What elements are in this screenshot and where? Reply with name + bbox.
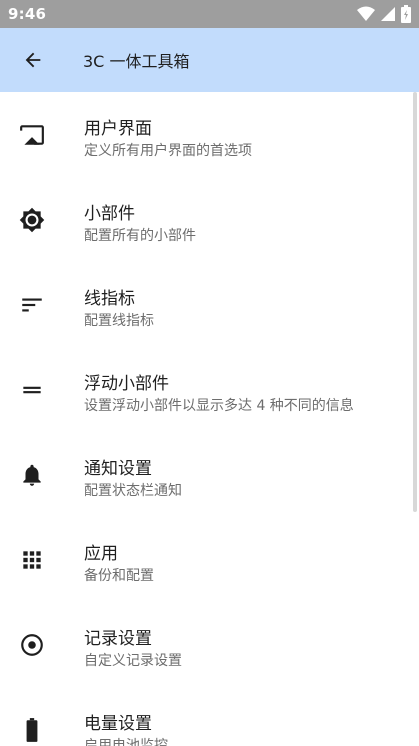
list-item-apps[interactable]: 应用 备份和配置: [0, 517, 419, 602]
item-title: 电量设置: [84, 714, 152, 734]
equals-icon: [19, 377, 45, 403]
status-icons: [357, 5, 411, 23]
cast-icon: [19, 122, 45, 148]
list-item-line-indicator[interactable]: 线指标 配置线指标: [0, 262, 419, 347]
signal-icon: [381, 7, 395, 21]
back-button[interactable]: [5, 28, 61, 92]
item-title: 通知设置: [84, 459, 152, 479]
status-bar: 9:46: [0, 0, 419, 28]
list-item-user-interface[interactable]: 用户界面 定义所有用户界面的首选项: [0, 92, 419, 177]
list-item-notification-settings[interactable]: 通知设置 配置状态栏通知: [0, 432, 419, 517]
wifi-icon: [357, 6, 375, 21]
item-subtitle: 自定义记录设置: [84, 653, 182, 669]
apps-grid-icon: [19, 547, 45, 573]
item-subtitle: 启用电池监控: [84, 738, 168, 746]
item-subtitle: 备份和配置: [84, 568, 154, 584]
list-item-widgets[interactable]: 小部件 配置所有的小部件: [0, 177, 419, 262]
item-title: 记录设置: [84, 629, 152, 649]
status-time: 9:46: [8, 5, 47, 23]
item-title: 小部件: [84, 204, 135, 224]
bell-icon: [19, 462, 45, 488]
item-title: 线指标: [84, 289, 135, 309]
arrow-back-icon: [25, 52, 41, 68]
settings-list: 用户界面 定义所有用户界面的首选项 小部件 配置所有的小部件 线指标 配置线指标: [0, 92, 419, 746]
app-bar: 3C 一体工具箱: [0, 28, 419, 92]
item-title: 用户界面: [84, 119, 152, 139]
item-subtitle: 配置所有的小部件: [84, 228, 196, 244]
item-subtitle: 配置状态栏通知: [84, 483, 182, 499]
item-title: 应用: [84, 544, 118, 564]
list-item-record-settings[interactable]: 记录设置 自定义记录设置: [0, 602, 419, 687]
item-subtitle: 定义所有用户界面的首选项: [84, 143, 252, 159]
list-item-battery-settings[interactable]: 电量设置 启用电池监控: [0, 687, 419, 746]
battery-icon: [19, 717, 45, 743]
battery-charging-icon: [401, 5, 411, 23]
brightness-icon: [19, 207, 45, 233]
page-title: 3C 一体工具箱: [83, 52, 190, 71]
scrollbar[interactable]: [413, 92, 417, 512]
record-icon: [19, 632, 45, 658]
list-item-floating-widgets[interactable]: 浮动小部件 设置浮动小部件以显示多达 4 种不同的信息: [0, 347, 419, 432]
sort-lines-icon: [19, 292, 45, 318]
item-title: 浮动小部件: [84, 374, 169, 394]
item-subtitle: 设置浮动小部件以显示多达 4 种不同的信息: [84, 398, 354, 414]
item-subtitle: 配置线指标: [84, 313, 154, 329]
